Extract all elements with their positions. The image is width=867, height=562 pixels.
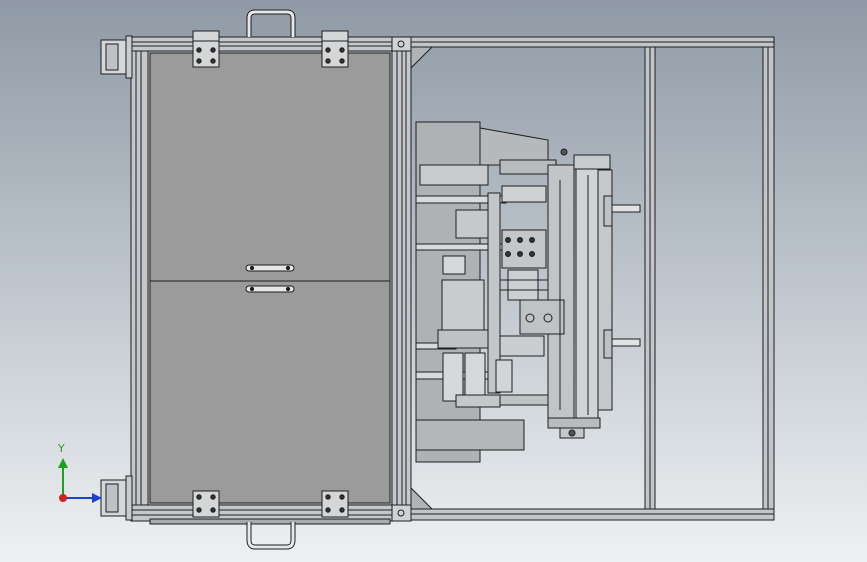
- upper-panel: [149, 52, 391, 282]
- triad-y-label: Y: [58, 442, 65, 455]
- lower-panel: [149, 280, 391, 504]
- cad-viewport[interactable]: [0, 0, 867, 562]
- left-enclosure: [130, 36, 412, 525]
